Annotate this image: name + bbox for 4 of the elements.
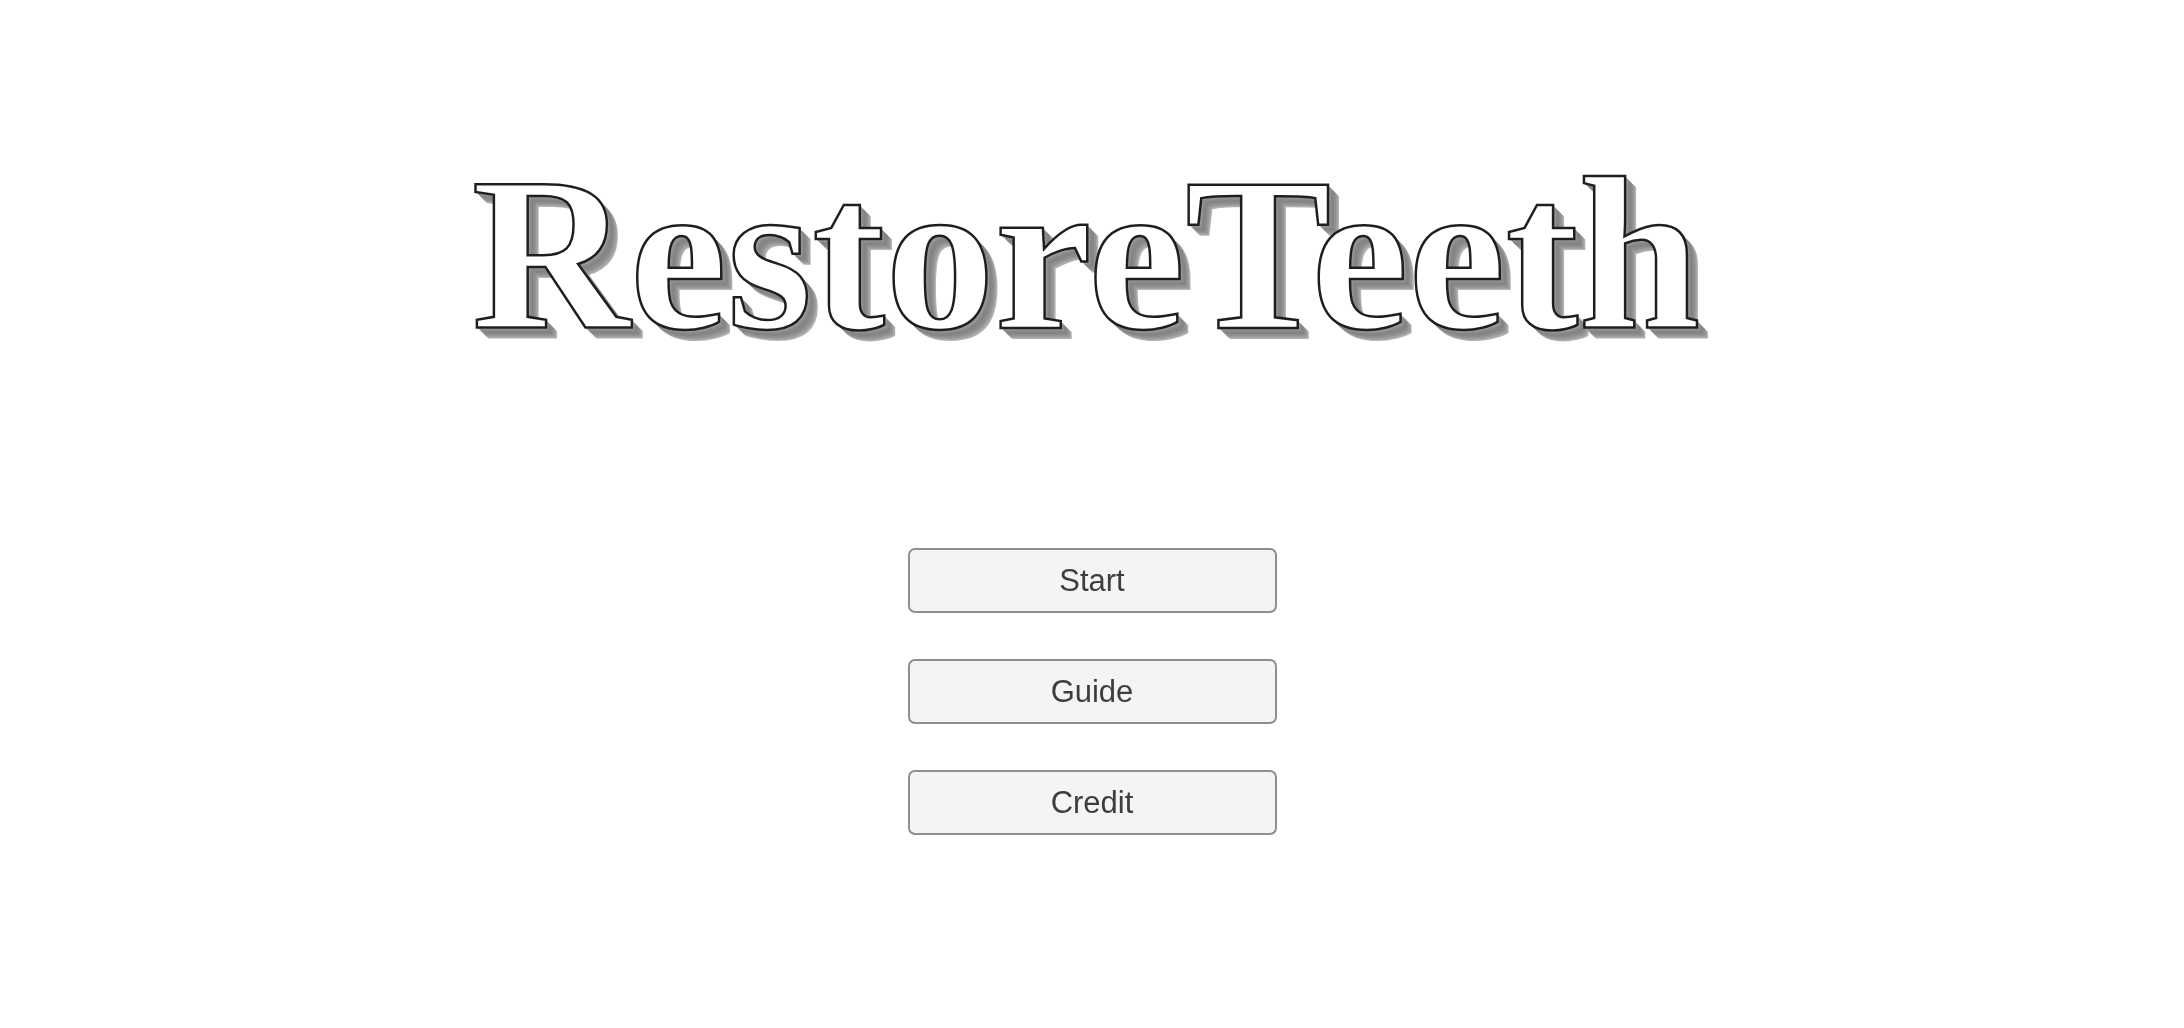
menu-button[interactable]: Credit [907,770,1277,835]
game-title: RestoreTeeth [471,145,1713,376]
menu-button[interactable]: Guide [907,659,1277,724]
menu-button[interactable]: Start [907,548,1277,613]
